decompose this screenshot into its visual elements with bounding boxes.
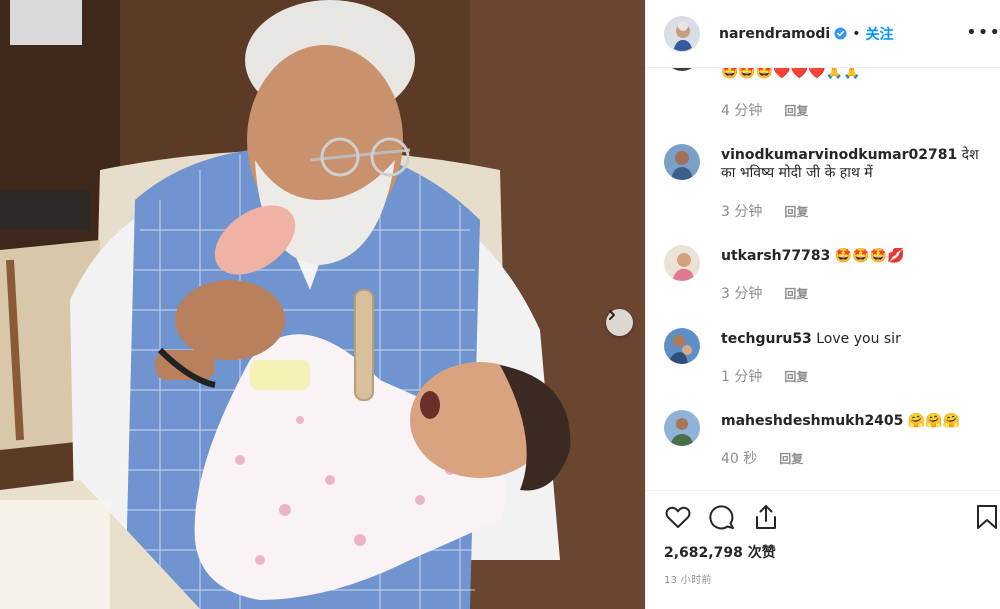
comment-time[interactable]: 4 分钟 xyxy=(721,103,762,119)
next-image-button[interactable] xyxy=(606,309,633,336)
bookmark-icon[interactable] xyxy=(973,503,1000,531)
comment-text: maheshdeshmukh2405 🤗🤗🤗 xyxy=(721,412,991,430)
avatar-photo xyxy=(664,328,700,364)
photo-illustration xyxy=(0,0,645,609)
comment-body: 🤩🤩🤩💋 xyxy=(834,248,905,264)
reply-button[interactable]: 回复 xyxy=(779,452,803,466)
comment-username[interactable]: utkarsh77783 xyxy=(721,248,830,264)
author-username[interactable]: narendramodi xyxy=(719,26,830,42)
comment-time[interactable]: 1 分钟 xyxy=(721,369,762,385)
comment-text: utkarsh77783 🤩🤩🤩💋 xyxy=(721,247,991,265)
post-viewer: narendramodi • 关注 ••• 🤩🤩🤩❤️❤️❤️🙏🙏 4 分钟 回… xyxy=(0,0,1000,609)
reply-button[interactable]: 回复 xyxy=(784,287,808,301)
avatar-photo xyxy=(664,144,700,180)
comment-meta: 40 秒 回复 xyxy=(721,448,803,468)
header-separator: • xyxy=(852,25,861,42)
comment-username[interactable]: maheshdeshmukh2405 xyxy=(721,413,903,429)
comment-body: 🤗🤗🤗 xyxy=(907,413,961,429)
comment-body: Love you sir xyxy=(816,331,901,347)
action-bar xyxy=(664,503,1000,531)
comment-meta: 4 分钟 回复 xyxy=(721,100,808,120)
follow-button[interactable]: 关注 xyxy=(865,24,893,44)
comment-time[interactable]: 3 分钟 xyxy=(721,286,762,302)
comment-username[interactable]: techguru53 xyxy=(721,331,812,347)
comment-time[interactable]: 40 秒 xyxy=(721,451,757,467)
reply-button[interactable]: 回复 xyxy=(784,370,808,384)
heart-icon[interactable] xyxy=(664,503,692,531)
reply-button[interactable]: 回复 xyxy=(784,205,808,219)
avatar-photo xyxy=(664,245,700,281)
comment-avatar[interactable] xyxy=(664,328,700,364)
comment-time[interactable]: 3 分钟 xyxy=(721,204,762,220)
post-actions: 2,682,798 次赞 13 小时前 xyxy=(646,490,1000,609)
post-photo[interactable] xyxy=(0,0,645,609)
comment-avatar[interactable] xyxy=(664,245,700,281)
chevron-right-icon xyxy=(609,310,615,320)
comment-avatar[interactable] xyxy=(664,410,700,446)
more-options-icon[interactable]: ••• xyxy=(966,22,1000,43)
like-count[interactable]: 2,682,798 次赞 xyxy=(664,542,776,562)
share-icon[interactable] xyxy=(752,503,780,531)
post-header: narendramodi • 关注 ••• xyxy=(646,0,1000,68)
post-timestamp[interactable]: 13 小时前 xyxy=(664,571,712,586)
avatar-photo xyxy=(664,410,700,446)
comment-avatar[interactable] xyxy=(664,144,700,180)
comment-icon[interactable] xyxy=(708,503,736,531)
comment-meta: 3 分钟 回复 xyxy=(721,201,808,221)
comment-meta: 1 分钟 回复 xyxy=(721,366,808,386)
comments-list[interactable]: 🤩🤩🤩❤️❤️❤️🙏🙏 4 分钟 回复 vinodkumarvinodkumar… xyxy=(646,55,1000,490)
author-avatar[interactable] xyxy=(664,15,700,52)
verified-badge-icon xyxy=(834,27,847,40)
comment-username[interactable]: vinodkumarvinodkumar02781 xyxy=(721,147,957,163)
comment-text: vinodkumarvinodkumar02781 देश का भविष्य … xyxy=(721,146,991,182)
post-sidebar: narendramodi • 关注 ••• 🤩🤩🤩❤️❤️❤️🙏🙏 4 分钟 回… xyxy=(645,0,1000,609)
reply-button[interactable]: 回复 xyxy=(784,104,808,118)
comment-text: techguru53 Love you sir xyxy=(721,330,991,348)
avatar-photo xyxy=(665,16,699,51)
comment-meta: 3 分钟 回复 xyxy=(721,283,808,303)
